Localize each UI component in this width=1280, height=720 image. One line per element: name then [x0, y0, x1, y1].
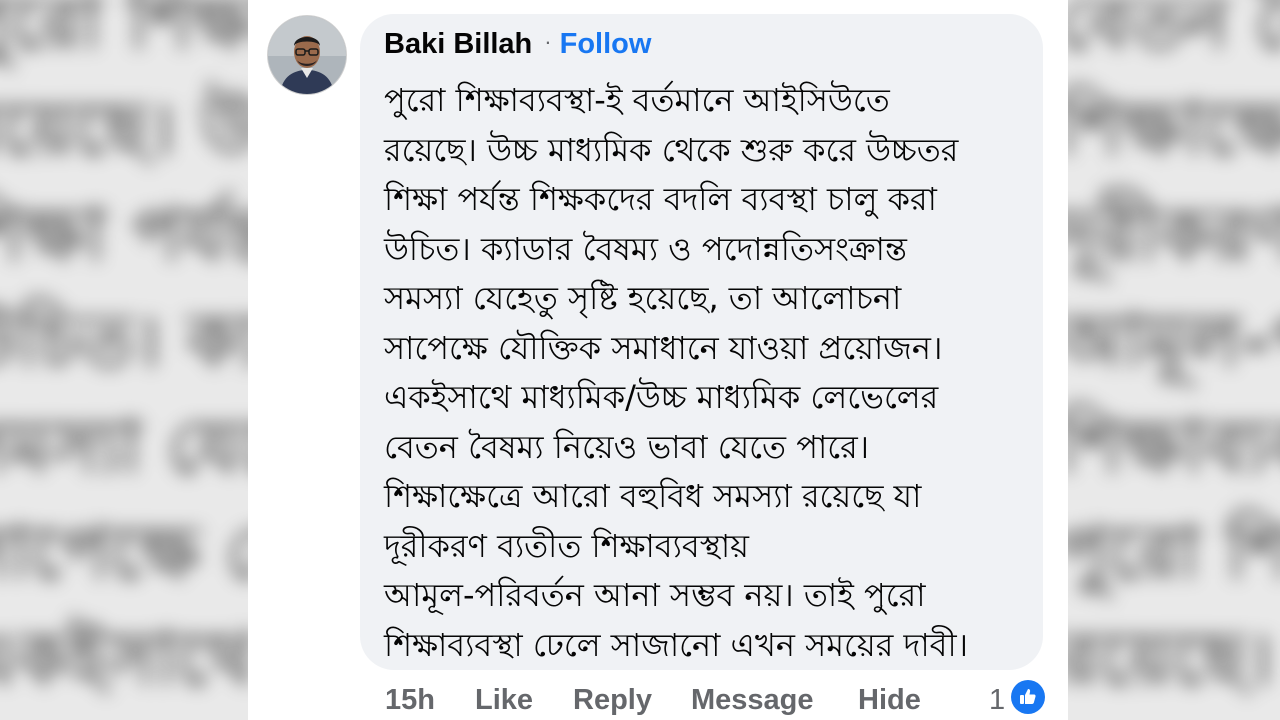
- comment-bubble: Baki Billah · Follow পুরো শিক্ষাব্যবস্থা…: [360, 14, 1043, 670]
- blurred-line: সমস্যা যেহেতু সৃষ্টি হয়েছে, তা আলোচনা: [0, 404, 248, 490]
- comment-line: রয়েছে। উচ্চ মাধ্যমিক থেকে শুরু করে উচ্চ…: [384, 130, 959, 169]
- reply-button[interactable]: Reply: [573, 684, 652, 717]
- blurred-background-right: বেতন বৈষম্য নিয়েও ভাবা যেতে পারে। শিক্ষ…: [1068, 0, 1280, 720]
- comment-text: পুরো শিক্ষাব্যবস্থা-ই বর্তমানে আইসিউতে র…: [384, 76, 1034, 670]
- comment-line: শিক্ষা পর্যন্ত শিক্ষকদের বদলি ব্যবস্থা চ…: [384, 180, 937, 218]
- comment-line: বেতন বৈষম্য নিয়েও ভাবা যেতে পারে।: [384, 427, 870, 466]
- timestamp[interactable]: 15h: [385, 684, 435, 717]
- profile-photo-icon: [268, 16, 346, 94]
- blurred-background-left: পুরো শিক্ষাব্যবস্থা-ই বর্তমানে আইসিউতে র…: [0, 0, 248, 720]
- comment-actions: 15h Like Reply Message Hide 1: [385, 680, 1065, 720]
- blurred-line: শিক্ষা পর্যন্ত শিক্ষকদের বদলি ব্যবস্থা চ…: [0, 192, 248, 278]
- comment-line: উচিত। ক্যাডার বৈষম্য ও পদোন্নতিসংক্রান্ত: [384, 229, 907, 268]
- blurred-line: শিক্ষাক্ষেত্রে আরো বহুবিধ সমস্যা রয়েছে …: [1068, 86, 1280, 172]
- blurred-line: উচিত। ক্যাডার বৈষম্য ও পদোন্নতিসংক্রান্ত: [0, 298, 248, 384]
- reaction-count[interactable]: 1: [989, 684, 1005, 717]
- blurred-line: বেতন বৈষম্য নিয়েও ভাবা যেতে পারে।: [1068, 0, 1280, 66]
- comment-line: দূরীকরণ ব্যতীত শিক্ষাব্যবস্থায়: [384, 526, 750, 565]
- thumbs-up-icon[interactable]: [1011, 680, 1045, 714]
- avatar[interactable]: [268, 16, 346, 94]
- comment-line: শিক্ষাব্যবস্থা ঢেলে সাজানো এখন সময়ের দা…: [384, 625, 969, 664]
- comment-panel: Baki Billah · Follow পুরো শিক্ষাব্যবস্থা…: [248, 0, 1068, 720]
- comment-line: শিক্ষাক্ষেত্রে আরো বহুবিধ সমস্যা রয়েছে …: [384, 477, 922, 515]
- like-button[interactable]: Like: [475, 684, 533, 717]
- separator-dot: ·: [544, 29, 552, 54]
- blurred-line: সাপেক্ষে যৌক্তিক সমাধানে যাওয়া প্রয়োজন…: [0, 510, 248, 596]
- comment-line: আমূল-পরিবর্তন আনা সম্ভব নয়। তাই পুরো: [384, 576, 926, 614]
- blurred-line: রয়েছে। উচ্চ মাধ্যমিক থেকে শুরু করে উচ্চ…: [1068, 616, 1280, 702]
- message-button[interactable]: Message: [691, 684, 814, 717]
- author-name[interactable]: Baki Billah: [384, 28, 532, 61]
- blurred-line: রয়েছে। উচ্চ মাধ্যমিক থেকে শুরু করে উচ্চ…: [0, 86, 248, 172]
- blurred-line: একইসাথে মাধ্যমিক/উচ্চ মাধ্যমিক লেভেলের: [0, 616, 248, 702]
- blurred-line: দূরীকরণ ব্যতীত শিক্ষাব্যবস্থায়: [1068, 192, 1280, 278]
- comment-line: সমস্যা যেহেতু সৃষ্টি হয়েছে, তা আলোচনা: [384, 279, 902, 317]
- comment-header: Baki Billah · Follow: [384, 28, 1023, 68]
- comment-line: একইসাথে মাধ্যমিক/উচ্চ মাধ্যমিক লেভেলের: [384, 378, 939, 416]
- comment-line: সাপেক্ষে যৌক্তিক সমাধানে যাওয়া প্রয়োজন…: [384, 328, 943, 367]
- blurred-line: আমূল-পরিবর্তন আনা সম্ভব নয়। তাই পুরো: [1068, 298, 1280, 384]
- blurred-line: শিক্ষাব্যবস্থা ঢেলে সাজানো এখন সময়ের দা…: [1068, 404, 1280, 490]
- comment-line: পুরো শিক্ষাব্যবস্থা-ই বর্তমানে আইসিউতে: [384, 81, 890, 119]
- hide-button[interactable]: Hide: [858, 684, 921, 717]
- blurred-line: পুরো শিক্ষাব্যবস্থা-ই বর্তমানে আইসিউতে: [0, 0, 248, 66]
- blurred-line: পুরো শিক্ষাব্যবস্থা-ই বর্তমানে আইসিউতে: [1068, 510, 1280, 596]
- follow-button[interactable]: Follow: [560, 28, 652, 61]
